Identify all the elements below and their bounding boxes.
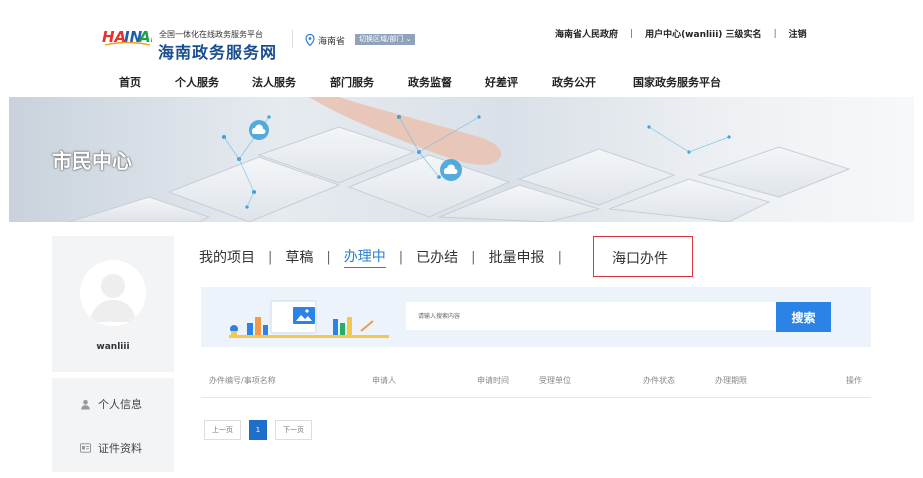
col-accepting-unit: 受理单位	[539, 376, 571, 385]
cloud-icon	[249, 120, 269, 140]
header: HA IN AN 全国一体化在线政务服务平台 海南政务服务网 海南省 切换区域/…	[0, 0, 923, 96]
next-page-button[interactable]: 下一页	[275, 420, 312, 440]
col-applicant: 申请人	[372, 376, 396, 385]
col-apply-time: 申请时间	[477, 376, 509, 385]
nav-item-personal[interactable]: 个人服务	[175, 74, 219, 90]
tab-separator: |	[268, 249, 273, 265]
link-separator: |	[773, 28, 777, 39]
col-case-number: 办件编号/事项名称	[209, 376, 276, 385]
nav-item-department[interactable]: 部门服务	[330, 74, 374, 90]
username: wanliii	[96, 342, 130, 352]
tab-my-projects[interactable]: 我的项目	[199, 247, 255, 267]
side-item-label: 证件资料	[98, 442, 142, 455]
nav-item-rating[interactable]: 好差评	[485, 74, 518, 90]
hainan-logo-icon[interactable]: HA IN AN	[102, 26, 152, 48]
location-pin-icon	[305, 34, 315, 46]
col-actions: 操作	[846, 376, 862, 385]
location-label: 海南省	[318, 37, 346, 47]
hero-banner: 市民中心	[9, 97, 914, 222]
page: HA IN AN 全国一体化在线政务服务平台 海南政务服务网 海南省 切换区域/…	[0, 0, 923, 478]
gov-link[interactable]: 海南省人民政府	[555, 27, 618, 40]
tab-separator: |	[326, 249, 331, 265]
tab-batch-apply[interactable]: 批量申报	[489, 247, 545, 267]
table-header: 办件编号/事项名称 申请人 申请时间 受理单位 办件状态 办理期限 操作	[201, 370, 871, 398]
tab-bar: 我的项目 | 草稿 | 办理中 | 已办结 | 批量申报 |	[199, 246, 575, 268]
region-select[interactable]: 切换区域/部门 ⌄	[355, 34, 416, 45]
col-case-status: 办件状态	[643, 376, 675, 385]
user-avatar-icon	[90, 274, 136, 322]
tab-separator: |	[398, 249, 404, 265]
chevron-down-icon: ⌄	[405, 35, 412, 43]
link-separator: |	[630, 28, 634, 39]
nav-item-legal[interactable]: 法人服务	[252, 74, 296, 90]
tab-separator: |	[557, 249, 562, 265]
pagination: 上一页 1 下一页	[204, 420, 312, 440]
col-deadline: 办理期限	[715, 376, 747, 385]
nav-item-supervision[interactable]: 政务监督	[408, 74, 452, 90]
side-item-personal-info[interactable]: 个人信息	[80, 396, 142, 412]
search-button[interactable]: 搜索	[776, 302, 831, 332]
region-select-label: 切换区域/部门	[359, 35, 404, 43]
search-panel: 搜索	[201, 287, 871, 347]
tab-separator: |	[471, 249, 476, 265]
user-center-link[interactable]: 用户中心(wanliii) 三级实名	[645, 27, 762, 40]
cloud-icon	[440, 159, 462, 181]
nav-item-public[interactable]: 政务公开	[552, 74, 596, 90]
profile-card: wanliii	[52, 236, 174, 372]
tab-completed[interactable]: 已办结	[416, 247, 458, 267]
side-menu: 个人信息 证件资料	[52, 378, 174, 472]
id-card-icon	[80, 443, 91, 453]
site-title[interactable]: 海南政务服务网	[158, 39, 277, 63]
user-icon	[81, 399, 90, 409]
side-item-documents[interactable]: 证件资料	[80, 440, 142, 456]
search-input[interactable]	[406, 302, 776, 330]
header-divider	[292, 30, 293, 48]
tab-drafts[interactable]: 草稿	[285, 247, 313, 267]
avatar[interactable]	[80, 260, 146, 326]
page-number-current[interactable]: 1	[249, 420, 267, 440]
office-illustration	[229, 300, 389, 338]
nav-item-home[interactable]: 首页	[119, 74, 141, 90]
banner-title: 市民中心	[52, 149, 132, 173]
side-item-label: 个人信息	[98, 398, 142, 411]
nav-item-national[interactable]: 国家政务服务平台	[633, 74, 721, 90]
tab-haikou-cases[interactable]: 海口办件	[612, 248, 668, 268]
prev-page-button[interactable]: 上一页	[204, 420, 241, 440]
top-links: 海南省人民政府 | 用户中心(wanliii) 三级实名 | 注销	[555, 27, 807, 41]
main-nav: 首页 个人服务 法人服务 部门服务 政务监督 好差评 政务公开 国家政务服务平台	[0, 74, 923, 92]
logout-link[interactable]: 注销	[789, 27, 807, 40]
banner-keyboard-illustration	[68, 97, 851, 222]
tab-in-progress[interactable]: 办理中	[343, 246, 386, 268]
